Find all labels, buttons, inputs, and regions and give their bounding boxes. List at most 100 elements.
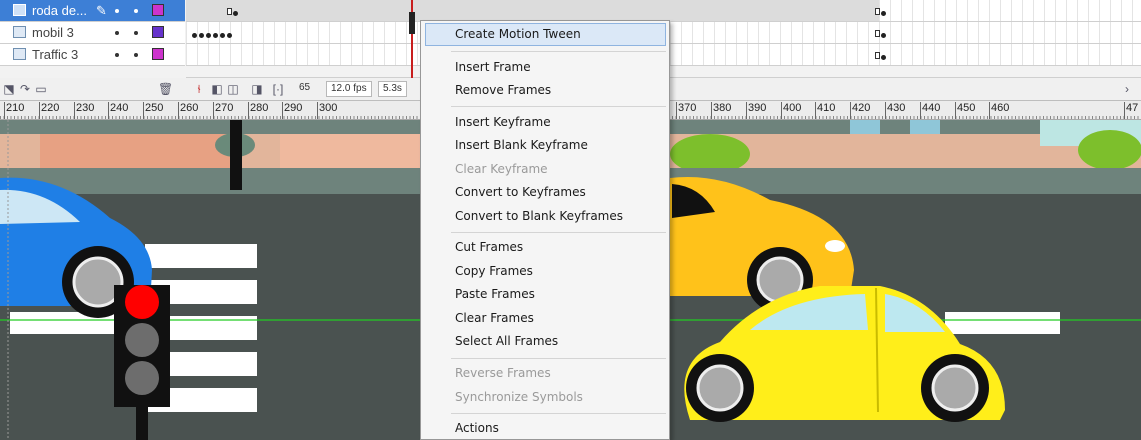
traffic-light-green (125, 361, 159, 395)
layer-row[interactable]: roda de... ✎ (0, 0, 185, 22)
visibility-dot[interactable] (115, 31, 119, 35)
menu-item-create-motion-tween[interactable]: Create Motion Tween (425, 23, 666, 46)
ruler-tick: 400 (781, 102, 801, 119)
layer-icon (13, 4, 26, 16)
ruler-tick: 370 (676, 102, 696, 119)
keyframe[interactable] (881, 55, 886, 60)
ruler-tick: 390 (746, 102, 766, 119)
bush (1078, 130, 1141, 170)
ruler-tick: 240 (108, 102, 128, 119)
building-window (850, 120, 880, 134)
menu-item-clear-frames[interactable]: Clear Frames (425, 307, 666, 330)
keyframe[interactable] (192, 33, 197, 38)
crosswalk-stripe (145, 244, 257, 268)
frame-row[interactable] (186, 0, 1141, 22)
ruler-tick: 300 (317, 102, 337, 119)
ruler-tick: 420 (850, 102, 870, 119)
ruler-tick: 250 (143, 102, 163, 119)
sign-pole (230, 120, 242, 190)
traffic-light-amber (125, 323, 159, 357)
menu-item-cut-frames[interactable]: Cut Frames (425, 236, 666, 259)
timeline-context-menu: Create Motion Tween Insert Frame Remove … (420, 20, 670, 440)
keyframe[interactable] (233, 11, 238, 16)
ruler-tick: 230 (74, 102, 94, 119)
menu-item-copy-frames[interactable]: Copy Frames (425, 260, 666, 283)
scroll-right-icon[interactable]: › (1120, 82, 1134, 96)
playhead-handle[interactable] (409, 12, 415, 34)
keyframe[interactable] (881, 33, 886, 38)
layer-row[interactable]: Traffic 3 (0, 44, 185, 66)
selected-frame-span (186, 0, 879, 21)
lane-marking (945, 312, 1060, 334)
keyframe[interactable] (206, 33, 211, 38)
layer-row[interactable]: mobil 3 (0, 22, 185, 44)
keyframe[interactable] (875, 52, 880, 59)
menu-item-insert-frame[interactable]: Insert Frame (425, 56, 666, 79)
layer-name: roda de... (32, 3, 87, 18)
menu-item-reverse-frames: Reverse Frames (455, 366, 551, 380)
layer-name: Traffic 3 (32, 47, 79, 62)
keyframe[interactable] (199, 33, 204, 38)
lane-marking (10, 312, 130, 334)
ruler-tick: 290 (282, 102, 302, 119)
edit-multiple-frames-icon[interactable]: ◨ (250, 82, 264, 96)
layer-color-swatch[interactable] (152, 4, 164, 16)
menu-item-select-all-frames[interactable]: Select All Frames (425, 330, 666, 353)
yellow-car-hubcap (696, 364, 744, 412)
keyframe[interactable] (227, 8, 232, 15)
visibility-dot[interactable] (115, 9, 119, 13)
menu-item-remove-frames[interactable]: Remove Frames (425, 79, 666, 102)
building-window (910, 120, 940, 134)
current-frame-readout: 65 (299, 82, 311, 93)
onion-skin-icon[interactable]: ◧ (210, 82, 224, 96)
ruler-tick: 410 (815, 102, 835, 119)
menu-item-clear-keyframe: Clear Keyframe (455, 162, 548, 176)
layer-color-swatch[interactable] (152, 26, 164, 38)
menu-item-convert-to-blank-keyframes[interactable]: Convert to Blank Keyframes (425, 205, 666, 228)
ruler-tick: 47 (1124, 102, 1138, 119)
center-frame-icon[interactable]: ⫮ (192, 82, 206, 96)
ruler-tick: 430 (885, 102, 905, 119)
onion-skin-outlines-icon[interactable]: ◫ (226, 82, 240, 96)
delete-layer-icon[interactable]: 🗑 (158, 82, 173, 96)
keyframe[interactable] (220, 33, 225, 38)
lock-dot[interactable] (134, 53, 138, 57)
traffic-light-red (125, 285, 159, 319)
add-layer-icon[interactable]: ⬔ (2, 82, 16, 96)
menu-item-insert-keyframe[interactable]: Insert Keyframe (425, 111, 666, 134)
keyframe[interactable] (213, 33, 218, 38)
layer-name: mobil 3 (32, 25, 74, 40)
add-motion-guide-icon[interactable]: ↷ (18, 82, 32, 96)
ruler-tick: 210 (4, 102, 24, 119)
ruler-tick: 450 (955, 102, 975, 119)
ruler-tick: 260 (178, 102, 198, 119)
ruler-tick: 460 (989, 102, 1009, 119)
building-front (40, 134, 240, 168)
building-front (280, 134, 420, 168)
pencil-icon: ✎ (96, 3, 107, 18)
menu-item-actions[interactable]: Actions (425, 417, 666, 440)
menu-separator (451, 358, 666, 359)
menu-separator (451, 51, 666, 52)
menu-item-synchronize-symbols: Synchronize Symbols (455, 390, 583, 404)
ruler-tick: 380 (711, 102, 731, 119)
keyframe[interactable] (875, 30, 880, 37)
visibility-dot[interactable] (115, 53, 119, 57)
keyframe[interactable] (227, 33, 232, 38)
keyframe[interactable] (875, 8, 880, 15)
frame-rate-readout[interactable]: 12.0 fps (326, 81, 372, 97)
layer-icon (13, 26, 26, 38)
layer-color-swatch[interactable] (152, 48, 164, 60)
menu-separator (451, 106, 666, 107)
add-folder-icon[interactable]: ▭ (34, 82, 48, 96)
elapsed-time-readout: 5.3s (378, 81, 407, 97)
menu-item-convert-to-keyframes[interactable]: Convert to Keyframes (425, 181, 666, 204)
lock-dot[interactable] (134, 31, 138, 35)
menu-item-insert-blank-keyframe[interactable]: Insert Blank Keyframe (425, 134, 666, 157)
lock-dot[interactable] (134, 9, 138, 13)
ruler-tick: 280 (248, 102, 268, 119)
yellow-car-hubcap (931, 364, 979, 412)
modify-markers-icon[interactable]: [·] (271, 82, 285, 96)
keyframe[interactable] (881, 11, 886, 16)
menu-item-paste-frames[interactable]: Paste Frames (425, 283, 666, 306)
